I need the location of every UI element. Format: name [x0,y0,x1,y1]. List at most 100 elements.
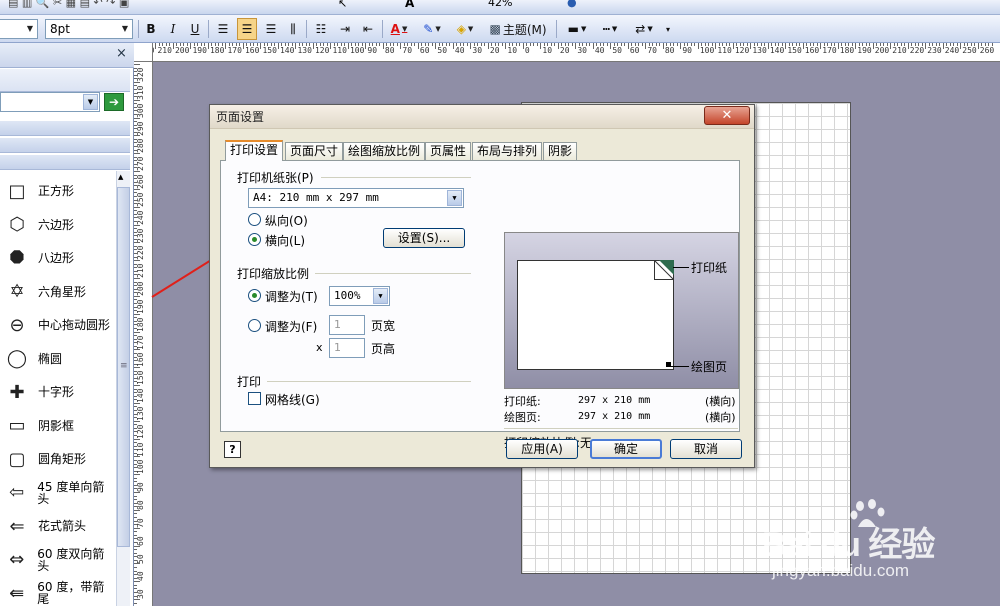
pointer-tool-icon[interactable]: ↖ [338,0,347,10]
paper-size-select[interactable]: A4: 210 mm x 297 mm ▼ [248,188,464,208]
ruler-minor-tick [323,43,325,46]
ruler-minor-tick [134,267,137,269]
fill-color-icon[interactable]: ◈ ▼ [453,18,477,40]
align-center-icon[interactable]: ☰ [237,18,257,40]
ruler-label: 90 [136,482,145,493]
ruler-minor-tick [249,43,251,46]
ruler-minor-tick [134,85,137,87]
pages-tall-input[interactable]: 1 [329,338,365,358]
ruler-minor-tick [795,43,797,46]
shape-item[interactable]: ◯ 椭圆 [4,343,114,375]
info-paper-orientation: (横向) [705,395,736,408]
shape-item[interactable]: ⇐ 花式箭头 [4,510,114,542]
line-ends-icon[interactable]: ⇄ ▼ [630,18,658,40]
landscape-label: 横向(L) [265,234,306,248]
ruler-minor-tick [134,499,137,501]
dialog-close-button[interactable]: ✕ [704,106,750,125]
ruler-minor-tick [228,43,230,46]
close-icon[interactable]: × [116,46,127,61]
outdent-icon[interactable]: ⇤ [359,18,377,40]
bold-button[interactable]: B [143,18,159,40]
text-tool-icon[interactable]: A [405,0,414,10]
search-go-icon[interactable]: ➔ [104,93,124,111]
ruler-label: 120 [314,46,330,55]
ruler-minor-tick [134,360,137,362]
shape-item[interactable]: ⇔ 60 度双向箭头 [4,544,114,576]
shape-item[interactable]: ⊖ 中心拖动圆形 [4,309,114,341]
theme-button[interactable]: ▩ 主题(M) [486,18,550,40]
shape-item[interactable]: ▭ 阴影框 [4,410,114,442]
align-left-icon[interactable]: ☰ [214,18,232,40]
stencil-bar-2[interactable] [0,137,130,153]
bullets-icon[interactable]: ☷ [312,18,330,40]
shape-item[interactable]: ✚ 十字形 [4,376,114,408]
cancel-button[interactable]: 取消 [670,439,742,459]
font-name-select[interactable]: ▼ [0,19,38,39]
ruler-minor-tick [638,43,640,46]
setup-button[interactable]: 设置(S)... [383,228,465,248]
shapes-scrollbar[interactable]: ▲ ≡ [116,171,130,606]
shape-label: 45 度单向箭头 [37,479,105,506]
ruler-minor-tick [900,43,902,46]
ruler-minor-tick [134,270,137,272]
line-color-icon[interactable]: ✎ ▼ [420,18,444,40]
ruler-minor-tick [918,43,920,46]
preview-paper-label: 打印纸 [691,261,728,275]
help-icon[interactable]: ? [224,441,241,458]
ok-button[interactable]: 确定 [590,439,662,459]
ruler-minor-tick [834,43,836,46]
ruler-minor-tick [134,299,137,301]
indent-icon[interactable]: ⇥ [336,18,354,40]
apply-button[interactable]: 应用(A) [506,439,578,459]
pages-wide-input[interactable]: 1 [329,315,365,335]
scroll-up-icon[interactable]: ▲ [118,173,123,181]
align-right-icon[interactable]: ☰ [262,18,280,40]
portrait-radio[interactable] [248,213,261,226]
ruler-minor-tick [134,559,137,561]
line-weight-icon[interactable]: ▬ ▼ [563,18,591,40]
ruler-tick [134,367,140,369]
ruler-minor-tick [407,43,409,46]
toolbar-options-icon[interactable]: ▾ [663,18,673,40]
ruler-minor-tick [134,549,137,551]
tab-print-setup[interactable]: 打印设置 [225,140,284,161]
underline-button[interactable]: U [187,18,203,40]
info-divider [504,428,738,429]
shape-search-input[interactable]: ▼ [0,92,100,112]
adjust-percent-select[interactable]: 100% ▼ [329,286,390,306]
shape-item[interactable]: ⯃ 八边形 [4,242,114,274]
font-color-button[interactable]: A ▼ [387,18,411,40]
tab-page-size[interactable]: 页面尺寸 [285,142,344,160]
landscape-radio[interactable] [248,233,261,246]
font-color-label: A [390,22,400,36]
stencil-bar-3[interactable] [0,154,130,170]
tab-layout-routing[interactable]: 布局与排列 [472,142,543,160]
adjust-to-radio[interactable] [248,289,261,302]
shape-item[interactable]: ⇚ 60 度，带箭尾 [4,577,114,606]
gridlines-checkbox[interactable] [248,392,261,405]
ruler-minor-tick [134,467,137,469]
help-icon[interactable]: ● [567,0,577,9]
ruler-label: 240 [944,46,960,55]
shape-item[interactable]: ▢ 圆角矩形 [4,443,114,475]
justify-icon[interactable]: ⫼ [284,18,302,40]
shape-item[interactable]: ✡ 六角星形 [4,276,114,308]
tab-page-properties[interactable]: 页属性 [425,142,472,160]
tab-drawing-scale[interactable]: 绘图缩放比例 [343,142,426,160]
tab-shadows[interactable]: 阴影 [543,142,578,160]
ruler-tick [134,188,140,190]
ruler-minor-tick [722,43,724,46]
line-pattern-icon[interactable]: ┅ ▼ [596,18,624,40]
ruler-minor-tick [746,43,748,46]
ruler-label: 270 [136,156,145,172]
italic-button[interactable]: I [165,18,181,40]
chevron-down-icon[interactable]: ▼ [83,94,98,110]
font-size-select[interactable]: 8pt ▼ [45,19,133,39]
shape-item[interactable]: ⇦ 45 度单向箭头 [4,477,114,509]
fit-to-radio[interactable] [248,319,261,332]
shape-item[interactable]: ⬡ 六边形 [4,209,114,241]
zoom-value[interactable]: 42% [488,0,512,9]
shape-item[interactable]: □ 正方形 [4,175,114,207]
stencil-bar-1[interactable] [0,120,130,136]
ruler-minor-tick [134,449,137,451]
